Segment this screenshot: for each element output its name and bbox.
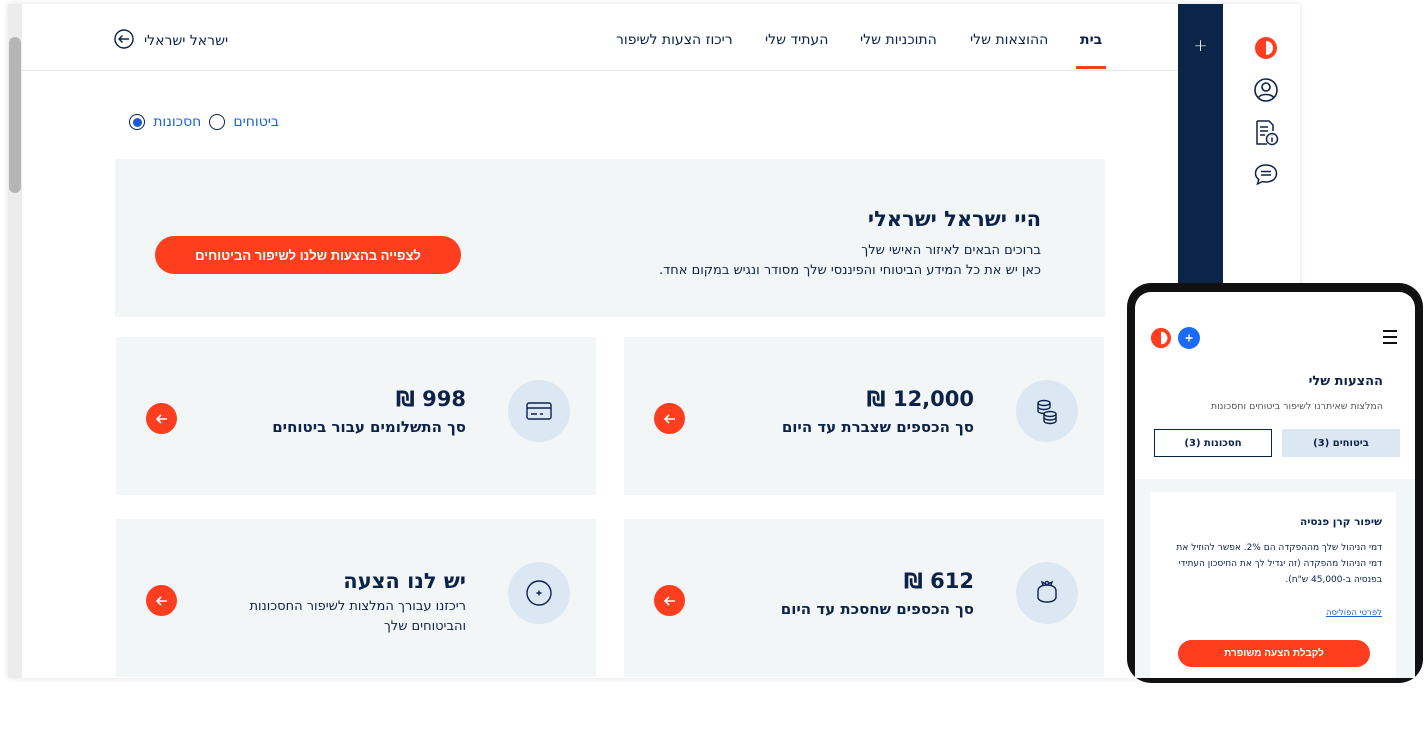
nav-tab-improvement-offers[interactable]: ריכוז הצעות לשיפור: [616, 32, 733, 48]
user-name: ישראל ישראלי: [144, 33, 229, 49]
nav-tab-plans[interactable]: התוכניות שלי: [860, 32, 937, 48]
nav-tab-future[interactable]: העתיד שלי: [765, 32, 828, 48]
card-value: 12,000 ₪: [866, 387, 974, 411]
card-label: סך הכספים שצברת עד היום: [781, 418, 974, 436]
radio-insurance[interactable]: [209, 114, 226, 130]
header-divider: [22, 70, 1178, 71]
brand-logo-icon[interactable]: [1150, 327, 1172, 353]
card-value: 612 ₪: [903, 569, 974, 593]
brand-logo-icon[interactable]: [1254, 36, 1278, 64]
filter-radio-group: ביטוחים חסכונות: [129, 114, 279, 130]
mobile-improved-offer-button[interactable]: לקבלת הצעה משופרת: [1178, 640, 1370, 667]
card-arrow-button[interactable]: [654, 403, 685, 434]
plus-icon: +: [1193, 36, 1208, 56]
card-description: ריכזנו עבורך המלצות לשיפור החסכונות והבי…: [249, 599, 466, 634]
card-arrow-button[interactable]: [654, 585, 685, 616]
chat-icon[interactable]: [1253, 162, 1279, 192]
arrow-left-icon: [155, 413, 167, 424]
mobile-page-subtitle: המלצות שאיתרנו לשיפור ביטוחים וחסכונות: [1210, 401, 1383, 412]
nav-tab-expenses[interactable]: ההוצאות שלי: [970, 32, 1048, 48]
mobile-page-title: ההצעות שלי: [1308, 374, 1383, 389]
logout-arrow-icon[interactable]: [114, 29, 134, 53]
summary-card-offer[interactable]: יש לנו הצעה ריכזנו עבורך המלצות לשיפור ה…: [116, 519, 596, 677]
hamburger-menu-icon[interactable]: [1383, 330, 1397, 348]
mobile-tab-savings[interactable]: חסכונות (3): [1154, 429, 1272, 457]
card-arrow-button[interactable]: [146, 403, 177, 434]
arrow-left-icon: [663, 595, 675, 606]
welcome-banner: היי ישראל ישראלי ברוכים הבאים לאיזור האי…: [115, 159, 1105, 317]
summary-card-insurance-payments[interactable]: 998 ₪ סך התשלומים עבור ביטוחים: [116, 337, 596, 495]
mobile-tab-insurance[interactable]: ביטוחים (3): [1282, 429, 1400, 457]
radio-label-insurance[interactable]: ביטוחים: [233, 114, 279, 130]
user-profile-icon[interactable]: [1253, 77, 1279, 107]
card-value: 998 ₪: [395, 387, 466, 411]
add-button[interactable]: +: [1178, 36, 1223, 56]
credit-card-icon: [508, 380, 570, 442]
card-arrow-button[interactable]: [146, 585, 177, 616]
scrollbar-thumb[interactable]: [9, 37, 21, 193]
radio-savings[interactable]: [129, 114, 146, 130]
user-menu[interactable]: ישראל ישראלי: [114, 29, 229, 53]
document-info-icon[interactable]: [1254, 119, 1280, 151]
plus-circle-icon: [508, 562, 570, 624]
piggy-bank-icon: [1016, 562, 1078, 624]
card-label: סך התשלומים עבור ביטוחים: [272, 418, 466, 436]
mobile-offer-card: שיפור קרן פנסיה דמי הניהול שלך מההפקדה ה…: [1150, 492, 1396, 678]
card-value: יש לנו הצעה: [343, 569, 466, 593]
summary-card-accumulated[interactable]: 12,000 ₪ סך הכספים שצברת עד היום: [624, 337, 1104, 495]
welcome-line-1: ברוכים הבאים לאיזור האישי שלך: [861, 243, 1041, 258]
welcome-title: היי ישראל ישראלי: [867, 207, 1041, 231]
add-plus-icon[interactable]: [1178, 327, 1200, 353]
arrow-left-icon: [155, 595, 167, 606]
summary-card-saved[interactable]: 612 ₪ סך הכספים שחסכת עד היום: [624, 519, 1104, 677]
phone-screen: ההצעות שלי המלצות שאיתרנו לשיפור ביטוחים…: [1135, 292, 1415, 678]
radio-label-savings[interactable]: חסכונות: [153, 114, 201, 130]
nav-active-underline: [1076, 66, 1106, 69]
nav-tab-home[interactable]: בית: [1080, 32, 1102, 48]
desktop-window: + בית ההוצאות שלי התוכניות שלי העתיד שלי…: [8, 4, 1300, 678]
welcome-line-2: כאן יש את כל המידע הביטוחי והפיננסי שלך …: [659, 263, 1041, 278]
arrow-left-icon: [663, 413, 675, 424]
card-label: סך הכספים שחסכת עד היום: [780, 600, 974, 618]
mobile-card-title: שיפור קרן פנסיה: [1300, 516, 1382, 528]
view-offers-button[interactable]: לצפייה בהצעות שלנו לשיפור הביטוחים: [155, 236, 461, 274]
mobile-policy-link[interactable]: לפרטי הפוליסה: [1326, 608, 1382, 618]
mobile-card-text: דמי הניהול שלך מההפקדה הם 2%. אפשר להוזי…: [1176, 543, 1382, 585]
coins-icon: [1016, 380, 1078, 442]
